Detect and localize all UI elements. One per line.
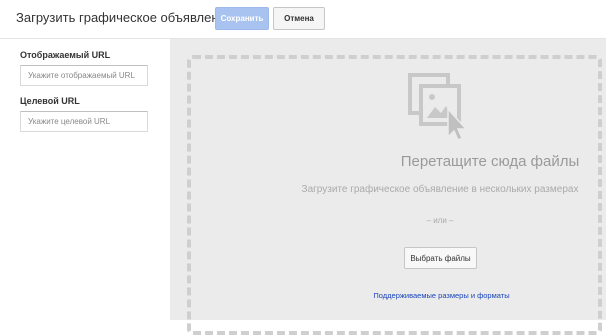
display-url-label: Отображаемый URL <box>20 50 111 60</box>
display-url-input[interactable]: Укажите отображаемый URL <box>20 65 148 86</box>
page-title: Загрузить графическое объявление <box>16 10 234 25</box>
url-form-panel: Отображаемый URL Укажите отображаемый UR… <box>0 39 170 320</box>
header-bar: Загрузить графическое объявление Сохрани… <box>0 0 606 39</box>
choose-files-button[interactable]: Выбрать файлы <box>404 247 477 269</box>
dropzone-title: Перетащите сюда файлы <box>400 153 580 170</box>
supported-formats-link[interactable]: Поддерживаемые размеры и форматы <box>340 291 543 300</box>
dropzone-subtitle: Загрузите графическое объявление в неско… <box>301 184 579 195</box>
target-url-label: Целевой URL <box>20 96 80 106</box>
upload-images-icon <box>408 73 468 141</box>
target-url-input[interactable]: Укажите целевой URL <box>20 111 148 132</box>
upload-area: Перетащите сюда файлы Загрузите графичес… <box>170 39 606 335</box>
cancel-button[interactable]: Отмена <box>273 7 325 30</box>
save-button[interactable]: Сохранить <box>215 7 269 30</box>
dropzone-or-divider: – или – <box>426 216 454 225</box>
